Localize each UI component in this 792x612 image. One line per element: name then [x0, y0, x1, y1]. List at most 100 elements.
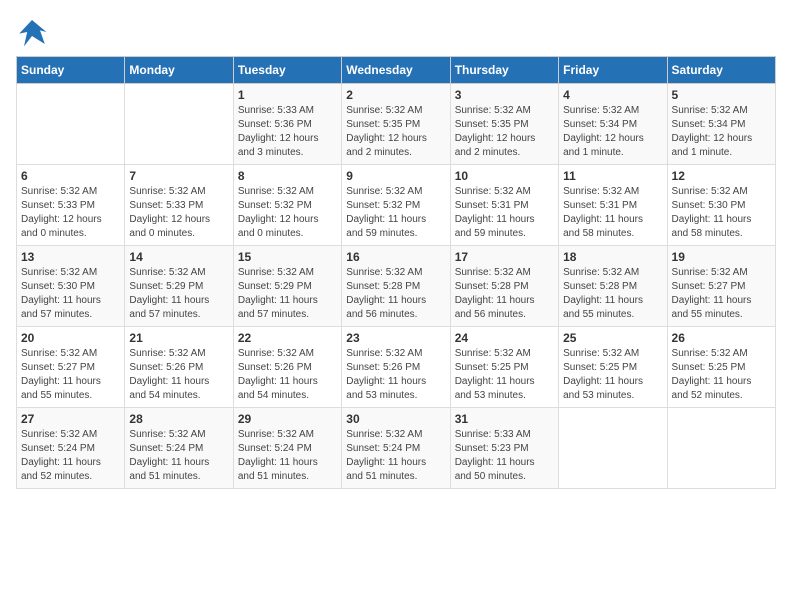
day-number: 5: [672, 88, 771, 102]
day-info: Sunrise: 5:32 AM Sunset: 5:26 PM Dayligh…: [129, 347, 228, 403]
day-cell: 4Sunrise: 5:32 AM Sunset: 5:34 PM Daylig…: [559, 84, 667, 165]
day-info: Sunrise: 5:32 AM Sunset: 5:25 PM Dayligh…: [563, 347, 662, 403]
day-info: Sunrise: 5:32 AM Sunset: 5:33 PM Dayligh…: [129, 185, 228, 241]
day-number: 19: [672, 250, 771, 264]
day-cell: 5 Sunrise: 5:32 AM Sunset: 5:34 PM Daylig…: [667, 84, 775, 165]
logo-icon: [16, 16, 48, 48]
day-info: Sunrise: 5:32 AM Sunset: 5:25 PM Dayligh…: [672, 347, 771, 403]
day-info: Sunrise: 5:32 AM Sunset: 5:31 PM Dayligh…: [563, 185, 662, 241]
day-cell: 13 Sunrise: 5:32 AM Sunset: 5:30 PM Dayli…: [17, 246, 125, 327]
day-number: 8: [238, 169, 337, 183]
day-info: Sunrise: 5:32 AM Sunset: 5:35 PM Dayligh…: [455, 104, 554, 160]
day-cell: 26 Sunrise: 5:32 AM Sunset: 5:25 PM Dayli…: [667, 327, 775, 408]
day-info: Sunrise: 5:32 AM Sunset: 5:28 PM Dayligh…: [346, 266, 445, 322]
day-info: Sunrise: 5:32 AM Sunset: 5:32 PM Dayligh…: [346, 185, 445, 241]
day-info: Sunrise: 5:32 AM Sunset: 5:28 PM Dayligh…: [563, 266, 662, 322]
day-cell: 8 Sunrise: 5:32 AM Sunset: 5:32 PM Daylig…: [233, 165, 341, 246]
day-cell: 3 Sunrise: 5:32 AM Sunset: 5:35 PM Daylig…: [450, 84, 558, 165]
day-number: 22: [238, 331, 337, 345]
calendar-table: SundayMondayTuesdayWednesdayThursdayFrid…: [16, 56, 776, 489]
day-cell: 14 Sunrise: 5:32 AM Sunset: 5:29 PM Dayli…: [125, 246, 233, 327]
day-number: 3: [455, 88, 554, 102]
day-number: 28: [129, 412, 228, 426]
day-info: Sunrise: 5:32 AM Sunset: 5:25 PM Dayligh…: [455, 347, 554, 403]
day-cell: 6 Sunrise: 5:32 AM Sunset: 5:33 PM Daylig…: [17, 165, 125, 246]
day-info: Sunrise: 5:32 AM Sunset: 5:24 PM Dayligh…: [238, 428, 337, 484]
header-row: SundayMondayTuesdayWednesdayThursdayFrid…: [17, 57, 776, 84]
day-cell: 29Sunrise: 5:32 AM Sunset: 5:24 PM Dayli…: [233, 408, 341, 489]
day-cell: [667, 408, 775, 489]
day-info: Sunrise: 5:32 AM Sunset: 5:24 PM Dayligh…: [21, 428, 120, 484]
day-number: 18: [563, 250, 662, 264]
day-cell: 7 Sunrise: 5:32 AM Sunset: 5:33 PM Daylig…: [125, 165, 233, 246]
day-number: 25: [563, 331, 662, 345]
day-number: 9: [346, 169, 445, 183]
day-cell: 9 Sunrise: 5:32 AM Sunset: 5:32 PM Daylig…: [342, 165, 450, 246]
day-number: 1: [238, 88, 337, 102]
day-cell: 10Sunrise: 5:32 AM Sunset: 5:31 PM Dayli…: [450, 165, 558, 246]
day-info: Sunrise: 5:32 AM Sunset: 5:27 PM Dayligh…: [672, 266, 771, 322]
day-number: 26: [672, 331, 771, 345]
day-info: Sunrise: 5:33 AM Sunset: 5:23 PM Dayligh…: [455, 428, 554, 484]
day-number: 14: [129, 250, 228, 264]
col-header-tuesday: Tuesday: [233, 57, 341, 84]
day-info: Sunrise: 5:32 AM Sunset: 5:35 PM Dayligh…: [346, 104, 445, 160]
day-number: 6: [21, 169, 120, 183]
day-cell: 12 Sunrise: 5:32 AM Sunset: 5:30 PM Dayli…: [667, 165, 775, 246]
day-cell: 28 Sunrise: 5:32 AM Sunset: 5:24 PM Dayli…: [125, 408, 233, 489]
day-cell: 16 Sunrise: 5:32 AM Sunset: 5:28 PM Dayli…: [342, 246, 450, 327]
day-cell: 15 Sunrise: 5:32 AM Sunset: 5:29 PM Dayli…: [233, 246, 341, 327]
day-info: Sunrise: 5:32 AM Sunset: 5:33 PM Dayligh…: [21, 185, 120, 241]
day-number: 24: [455, 331, 554, 345]
day-info: Sunrise: 5:32 AM Sunset: 5:24 PM Dayligh…: [129, 428, 228, 484]
day-number: 17: [455, 250, 554, 264]
col-header-thursday: Thursday: [450, 57, 558, 84]
col-header-monday: Monday: [125, 57, 233, 84]
col-header-friday: Friday: [559, 57, 667, 84]
day-cell: 23Sunrise: 5:32 AM Sunset: 5:26 PM Dayli…: [342, 327, 450, 408]
week-row-1: 1 Sunrise: 5:33 AM Sunset: 5:36 PM Daylig…: [17, 84, 776, 165]
day-number: 13: [21, 250, 120, 264]
day-number: 7: [129, 169, 228, 183]
day-cell: 20 Sunrise: 5:32 AM Sunset: 5:27 PM Dayli…: [17, 327, 125, 408]
day-cell: 22Sunrise: 5:32 AM Sunset: 5:26 PM Dayli…: [233, 327, 341, 408]
day-cell: [559, 408, 667, 489]
week-row-5: 27Sunrise: 5:32 AM Sunset: 5:24 PM Dayli…: [17, 408, 776, 489]
day-cell: 18 Sunrise: 5:32 AM Sunset: 5:28 PM Dayli…: [559, 246, 667, 327]
col-header-sunday: Sunday: [17, 57, 125, 84]
day-cell: 21 Sunrise: 5:32 AM Sunset: 5:26 PM Dayli…: [125, 327, 233, 408]
day-info: Sunrise: 5:32 AM Sunset: 5:24 PM Dayligh…: [346, 428, 445, 484]
day-info: Sunrise: 5:32 AM Sunset: 5:28 PM Dayligh…: [455, 266, 554, 322]
col-header-wednesday: Wednesday: [342, 57, 450, 84]
day-info: Sunrise: 5:32 AM Sunset: 5:29 PM Dayligh…: [238, 266, 337, 322]
day-info: Sunrise: 5:32 AM Sunset: 5:30 PM Dayligh…: [672, 185, 771, 241]
week-row-4: 20 Sunrise: 5:32 AM Sunset: 5:27 PM Dayli…: [17, 327, 776, 408]
day-info: Sunrise: 5:32 AM Sunset: 5:30 PM Dayligh…: [21, 266, 120, 322]
week-row-2: 6 Sunrise: 5:32 AM Sunset: 5:33 PM Daylig…: [17, 165, 776, 246]
day-number: 10: [455, 169, 554, 183]
day-cell: 24 Sunrise: 5:32 AM Sunset: 5:25 PM Dayli…: [450, 327, 558, 408]
day-number: 15: [238, 250, 337, 264]
day-number: 20: [21, 331, 120, 345]
page-header: [16, 16, 776, 48]
week-row-3: 13 Sunrise: 5:32 AM Sunset: 5:30 PM Dayli…: [17, 246, 776, 327]
day-number: 31: [455, 412, 554, 426]
day-info: Sunrise: 5:32 AM Sunset: 5:27 PM Dayligh…: [21, 347, 120, 403]
day-number: 21: [129, 331, 228, 345]
day-cell: 17 Sunrise: 5:32 AM Sunset: 5:28 PM Dayli…: [450, 246, 558, 327]
day-number: 12: [672, 169, 771, 183]
day-number: 11: [563, 169, 662, 183]
day-cell: 1 Sunrise: 5:33 AM Sunset: 5:36 PM Daylig…: [233, 84, 341, 165]
day-info: Sunrise: 5:32 AM Sunset: 5:29 PM Dayligh…: [129, 266, 228, 322]
col-header-saturday: Saturday: [667, 57, 775, 84]
day-cell: 19 Sunrise: 5:32 AM Sunset: 5:27 PM Dayli…: [667, 246, 775, 327]
day-info: Sunrise: 5:33 AM Sunset: 5:36 PM Dayligh…: [238, 104, 337, 160]
day-number: 16: [346, 250, 445, 264]
day-number: 2: [346, 88, 445, 102]
day-cell: 27Sunrise: 5:32 AM Sunset: 5:24 PM Dayli…: [17, 408, 125, 489]
day-info: Sunrise: 5:32 AM Sunset: 5:34 PM Dayligh…: [672, 104, 771, 160]
day-number: 23: [346, 331, 445, 345]
logo: [16, 16, 52, 48]
day-cell: 31 Sunrise: 5:33 AM Sunset: 5:23 PM Dayli…: [450, 408, 558, 489]
day-info: Sunrise: 5:32 AM Sunset: 5:32 PM Dayligh…: [238, 185, 337, 241]
